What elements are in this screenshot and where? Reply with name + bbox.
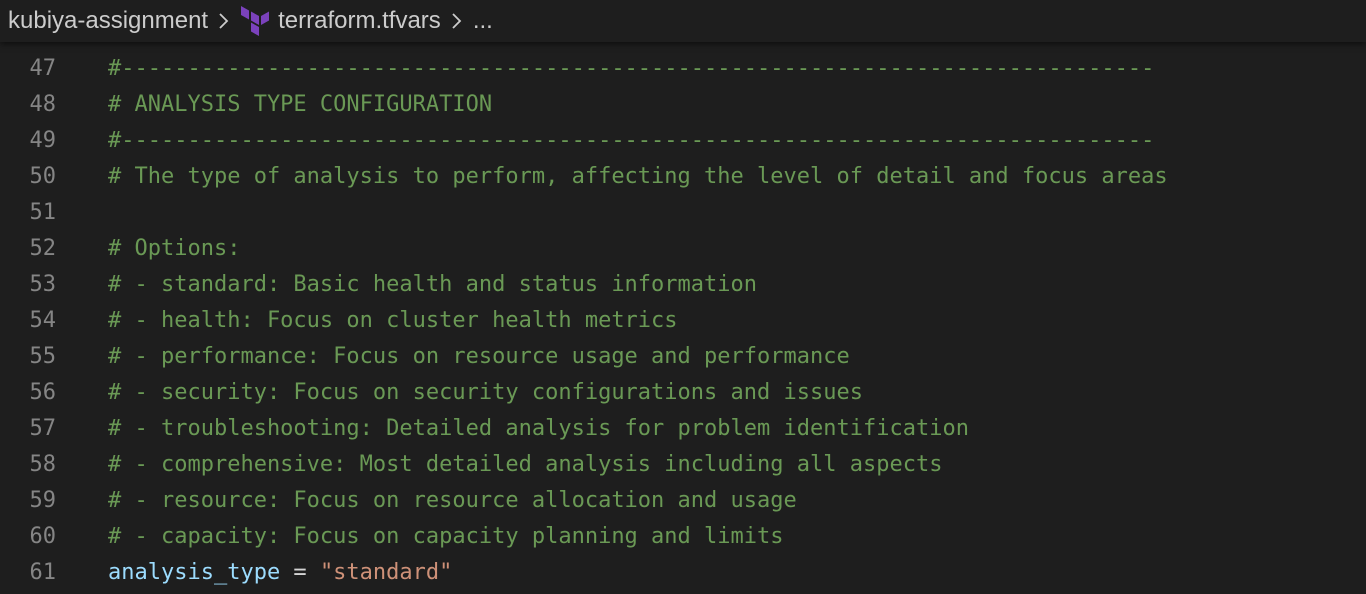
code-line: 56 # - security: Focus on security config… bbox=[0, 375, 1366, 411]
line-number: 54 bbox=[29, 308, 57, 333]
code-comment: # The type of analysis to perform, affec… bbox=[108, 164, 1168, 189]
line-number: 53 bbox=[29, 272, 57, 297]
code-comment: # - health: Focus on cluster health metr… bbox=[108, 308, 678, 333]
code-line: 51 bbox=[0, 195, 1366, 231]
code-line: 54 # - health: Focus on cluster health me… bbox=[0, 303, 1366, 339]
assignment-operator: = bbox=[280, 560, 320, 585]
code-area[interactable]: 47 #-------------------------------------… bbox=[0, 51, 1366, 591]
line-number: 61 bbox=[29, 560, 57, 585]
code-editor: kubiya-assignment terraform.tfvars ... 4… bbox=[0, 0, 1366, 594]
code-comment: # - comprehensive: Most detailed analysi… bbox=[108, 452, 943, 477]
code-line: 50 # The type of analysis to perform, aff… bbox=[0, 159, 1366, 195]
string-value: "standard" bbox=[319, 560, 453, 585]
code-comment: # - standard: Basic health and status in… bbox=[108, 272, 758, 297]
code-comment: # - resource: Focus on resource allocati… bbox=[108, 488, 797, 513]
chevron-right-icon bbox=[451, 11, 463, 31]
breadcrumb-folder[interactable]: kubiya-assignment bbox=[8, 7, 208, 35]
code-line: 47 #-------------------------------------… bbox=[0, 51, 1366, 87]
chevron-right-icon bbox=[218, 11, 230, 31]
code-line: 59 # - resource: Focus on resource alloca… bbox=[0, 483, 1366, 519]
assignment-statement: analysis_type = "standard" bbox=[108, 555, 452, 591]
line-number: 51 bbox=[29, 200, 57, 225]
code-line: 55 # - performance: Focus on resource usa… bbox=[0, 339, 1366, 375]
code-comment: #---------------------------------------… bbox=[108, 128, 1155, 153]
line-number: 52 bbox=[29, 236, 57, 261]
code-line: 57 # - troubleshooting: Detailed analysis… bbox=[0, 411, 1366, 447]
line-number: 56 bbox=[29, 380, 57, 405]
code-comment: # - troubleshooting: Detailed analysis f… bbox=[108, 416, 969, 441]
code-comment: # - performance: Focus on resource usage… bbox=[108, 344, 850, 369]
line-number: 60 bbox=[29, 524, 57, 549]
code-line: 58 # - comprehensive: Most detailed analy… bbox=[0, 447, 1366, 483]
line-number: 48 bbox=[29, 92, 57, 117]
code-comment: # Options: bbox=[108, 236, 241, 261]
breadcrumb-file[interactable]: terraform.tfvars bbox=[240, 5, 441, 37]
line-number: 50 bbox=[29, 164, 57, 189]
code-line: 53 # - standard: Basic health and status … bbox=[0, 267, 1366, 303]
code-comment: # ANALYSIS TYPE CONFIGURATION bbox=[108, 92, 493, 117]
terraform-icon bbox=[240, 5, 270, 37]
breadcrumb-more[interactable]: ... bbox=[473, 7, 493, 35]
line-number: 58 bbox=[29, 452, 57, 477]
breadcrumb-file-label: terraform.tfvars bbox=[278, 7, 441, 34]
breadcrumb: kubiya-assignment terraform.tfvars ... bbox=[0, 0, 1366, 42]
line-number: 55 bbox=[29, 344, 57, 369]
code-comment: # - capacity: Focus on capacity planning… bbox=[108, 524, 784, 549]
line-number: 57 bbox=[29, 416, 57, 441]
code-line: 52 # Options: bbox=[0, 231, 1366, 267]
code-comment: # - security: Focus on security configur… bbox=[108, 380, 863, 405]
line-number: 49 bbox=[29, 128, 57, 153]
code-line: 48 # ANALYSIS TYPE CONFIGURATION bbox=[0, 87, 1366, 123]
code-comment: #---------------------------------------… bbox=[108, 56, 1155, 81]
line-number: 59 bbox=[29, 488, 57, 513]
line-number: 47 bbox=[29, 56, 57, 81]
code-line: 61 analysis_type = "standard" bbox=[0, 555, 1366, 591]
code-line: 60 # - capacity: Focus on capacity planni… bbox=[0, 519, 1366, 555]
variable-name: analysis_type bbox=[108, 560, 281, 585]
code-line: 49 #-------------------------------------… bbox=[0, 123, 1366, 159]
